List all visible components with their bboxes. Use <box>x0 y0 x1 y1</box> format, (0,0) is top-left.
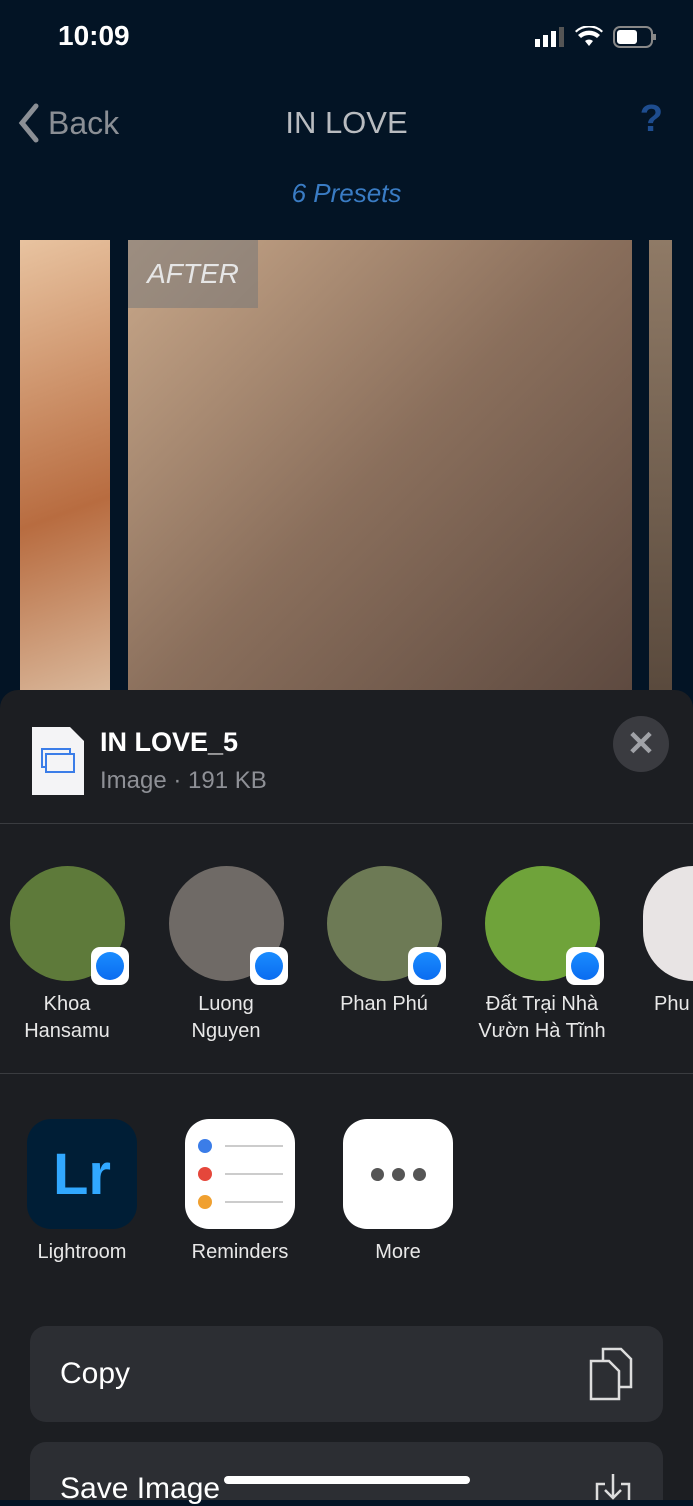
contact-name: Luong <box>198 993 254 1015</box>
avatar <box>643 866 693 981</box>
contact-name: Đất Trại Nhà <box>485 993 599 1015</box>
contact-item[interactable]: Phan Phú <box>317 866 451 1018</box>
home-indicator[interactable] <box>224 1476 470 1484</box>
page-title: IN LOVE <box>285 105 408 140</box>
avatar <box>326 866 446 985</box>
preset-photo-prev[interactable] <box>20 240 110 690</box>
wifi-icon <box>575 26 603 46</box>
contact-item[interactable]: Luong Nguyen <box>159 866 293 1045</box>
more-icon <box>343 1119 453 1229</box>
app-label: Lightroom <box>37 1241 127 1263</box>
app-reminders[interactable]: Reminders <box>185 1119 295 1264</box>
contact-name: Vườn Hà Tĩnh <box>478 1020 606 1042</box>
messenger-icon <box>565 947 604 985</box>
contact-item[interactable]: Đất Trại Nhà Vườn Hà Tĩnh <box>475 866 609 1045</box>
divider <box>0 823 693 824</box>
divider <box>0 1073 693 1074</box>
avatar <box>484 866 604 985</box>
lightroom-icon: Lr <box>27 1119 137 1229</box>
contact-name: Phan Phú <box>340 993 428 1015</box>
app-label: Reminders <box>191 1241 289 1263</box>
signal-icon <box>535 27 564 47</box>
contact-name: Nguyen <box>191 1020 261 1042</box>
after-label: AFTER <box>128 240 258 308</box>
save-icon <box>595 1474 631 1500</box>
save-image-action[interactable]: Save Image <box>30 1442 663 1505</box>
contact-name: Hansamu <box>24 1020 110 1042</box>
help-button[interactable]: ? <box>640 98 663 141</box>
copy-action[interactable]: Copy <box>30 1326 663 1422</box>
file-meta: Image · 191 KB <box>100 767 267 794</box>
contact-name: Khoa <box>43 993 91 1015</box>
messenger-icon <box>90 947 129 985</box>
close-button[interactable]: ✕ <box>613 716 669 772</box>
copy-label: Copy <box>60 1357 131 1390</box>
copy-icon <box>589 1347 633 1401</box>
battery-icon <box>613 26 656 48</box>
file-icon <box>32 727 84 795</box>
contact-item[interactable]: Phu <box>643 866 693 1018</box>
status-icons <box>535 26 657 48</box>
preset-photo-next[interactable] <box>649 240 672 690</box>
contact-name: Phu <box>654 993 690 1015</box>
avatar <box>9 866 129 985</box>
reminders-icon <box>185 1119 295 1229</box>
file-name: IN LOVE_5 <box>100 727 239 757</box>
app-label: More <box>375 1241 421 1263</box>
app-lightroom[interactable]: Lr Lightroom <box>27 1119 137 1264</box>
presets-count: 6 Presets <box>291 178 402 208</box>
app-more[interactable]: More <box>343 1119 453 1264</box>
messenger-icon <box>407 947 446 985</box>
contact-item[interactable]: Khoa Hansamu <box>0 866 134 1045</box>
avatar <box>168 866 288 985</box>
status-time: 10:09 <box>58 20 130 51</box>
messenger-icon <box>249 947 288 985</box>
close-icon: ✕ <box>626 725 656 763</box>
save-image-label: Save Image <box>60 1472 221 1505</box>
